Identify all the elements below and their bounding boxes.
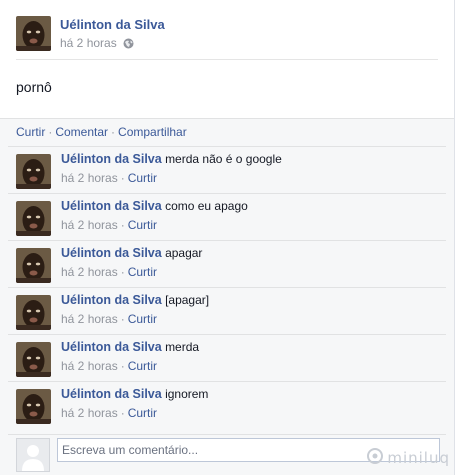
comment-separator: · <box>120 171 125 185</box>
comment-link[interactable]: Comentar <box>55 125 108 139</box>
post-timestamp[interactable]: há 2 horas <box>60 36 117 50</box>
avatar-photo-icon <box>16 295 51 330</box>
comment-item: Uélinton da Silva merda há 2 horas · Curtir <box>8 334 446 378</box>
comment-item: Uélinton da Silva como eu apago há 2 hora… <box>8 193 446 237</box>
comment-author-avatar[interactable] <box>16 389 51 424</box>
avatar-photo-icon <box>16 342 51 377</box>
comment-line: Uélinton da Silva como eu apago <box>61 198 248 215</box>
comment-line: Uélinton da Silva ignorem <box>61 386 208 403</box>
comment-text: ignorem <box>165 387 209 401</box>
post-author-name[interactable]: Uélinton da Silva <box>60 17 165 33</box>
comment-text: como eu apago <box>165 199 248 213</box>
comment-author-name[interactable]: Uélinton da Silva <box>61 199 162 213</box>
comment-author-name[interactable]: Uélinton da Silva <box>61 152 162 166</box>
avatar-photo-icon <box>16 154 51 189</box>
comment-body: Uélinton da Silva como eu apago há 2 hora… <box>61 198 248 234</box>
author-avatar[interactable] <box>16 16 51 51</box>
globe-icon[interactable] <box>123 37 134 53</box>
comment-author-avatar[interactable] <box>16 201 51 236</box>
action-separator: · <box>111 125 116 139</box>
avatar-photo-icon <box>16 201 51 236</box>
comment-like-link[interactable]: Curtir <box>128 359 157 373</box>
comment-body: Uélinton da Silva apagar há 2 horas · Curti… <box>61 245 202 281</box>
comment-meta: há 2 horas · Curtir <box>61 217 248 234</box>
comment-line: Uélinton da Silva [apagar] <box>61 292 209 309</box>
comment-text: merda não é o google <box>165 152 282 166</box>
comment-timestamp[interactable]: há 2 horas <box>61 171 118 185</box>
comment-timestamp[interactable]: há 2 horas <box>61 218 118 232</box>
comment-author-name[interactable]: Uélinton da Silva <box>61 340 162 354</box>
comment-meta: há 2 horas · Curtir <box>61 264 202 281</box>
watermark-logo-icon <box>366 447 384 469</box>
comment-like-link[interactable]: Curtir <box>128 312 157 326</box>
share-link[interactable]: Compartilhar <box>118 125 187 139</box>
comment-text: apagar <box>165 246 203 260</box>
comment-like-link[interactable]: Curtir <box>128 218 157 232</box>
comment-meta: há 2 horas · Curtir <box>61 405 208 422</box>
comment-meta: há 2 horas · Curtir <box>61 311 209 328</box>
comment-body: Uélinton da Silva [apagar] há 2 horas · Cur… <box>61 292 209 328</box>
viewer-avatar <box>16 438 50 472</box>
comment-separator: · <box>120 312 125 326</box>
facebook-post: Uélinton da Silva há 2 horas pornô Curti… <box>0 0 455 475</box>
like-link[interactable]: Curtir <box>16 125 45 139</box>
comment-author-avatar[interactable] <box>16 248 51 283</box>
comment-line: Uélinton da Silva apagar <box>61 245 202 262</box>
comment-body: Uélinton da Silva merda há 2 horas · Curtir <box>61 339 199 375</box>
comment-author-avatar[interactable] <box>16 295 51 330</box>
comment-separator: · <box>120 359 125 373</box>
comment-timestamp[interactable]: há 2 horas <box>61 265 118 279</box>
comment-meta: há 2 horas · Curtir <box>61 358 199 375</box>
comment-text: [apagar] <box>165 293 210 307</box>
action-links: Curtir · Comentar · Compartilhar <box>16 124 187 140</box>
avatar-photo-icon <box>16 248 51 283</box>
comment-like-link[interactable]: Curtir <box>128 171 157 185</box>
comment-body: Uélinton da Silva merda não é o google há… <box>61 151 282 187</box>
comment-item: Uélinton da Silva ignorem há 2 horas · Curt… <box>8 381 446 425</box>
post-text: pornô <box>16 79 52 95</box>
comment-author-avatar[interactable] <box>16 154 51 189</box>
comment-body: Uélinton da Silva ignorem há 2 horas · Curt… <box>61 386 208 422</box>
comment-author-name[interactable]: Uélinton da Silva <box>61 246 162 260</box>
action-separator: · <box>48 125 53 139</box>
comment-timestamp[interactable]: há 2 horas <box>61 406 118 420</box>
comment-timestamp[interactable]: há 2 horas <box>61 312 118 326</box>
comment-separator: · <box>120 265 125 279</box>
comment-item: Uélinton da Silva apagar há 2 horas · Curti… <box>8 240 446 284</box>
comment-line: Uélinton da Silva merda não é o google <box>61 151 282 168</box>
author-block: Uélinton da Silva há 2 horas <box>60 17 165 53</box>
post-meta: há 2 horas <box>60 35 165 53</box>
default-avatar-icon <box>22 445 44 471</box>
avatar-photo-icon <box>16 389 51 424</box>
comment-separator: · <box>120 406 125 420</box>
comment-separator: · <box>120 218 125 232</box>
header-divider <box>16 59 438 60</box>
comment-line: Uélinton da Silva merda <box>61 339 199 356</box>
comment-author-avatar[interactable] <box>16 342 51 377</box>
watermark-text: miniluq <box>387 449 450 467</box>
avatar-photo-icon <box>16 16 51 51</box>
comment-text: merda <box>165 340 200 354</box>
comment-author-name[interactable]: Uélinton da Silva <box>61 293 162 307</box>
comment-item: Uélinton da Silva merda não é o google há… <box>8 146 446 190</box>
comment-timestamp[interactable]: há 2 horas <box>61 359 118 373</box>
watermark: miniluq <box>366 447 450 469</box>
comment-like-link[interactable]: Curtir <box>128 406 157 420</box>
comment-like-link[interactable]: Curtir <box>128 265 157 279</box>
comment-author-name[interactable]: Uélinton da Silva <box>61 387 162 401</box>
comment-meta: há 2 horas · Curtir <box>61 170 282 187</box>
comment-item: Uélinton da Silva [apagar] há 2 horas · Cur… <box>8 287 446 331</box>
